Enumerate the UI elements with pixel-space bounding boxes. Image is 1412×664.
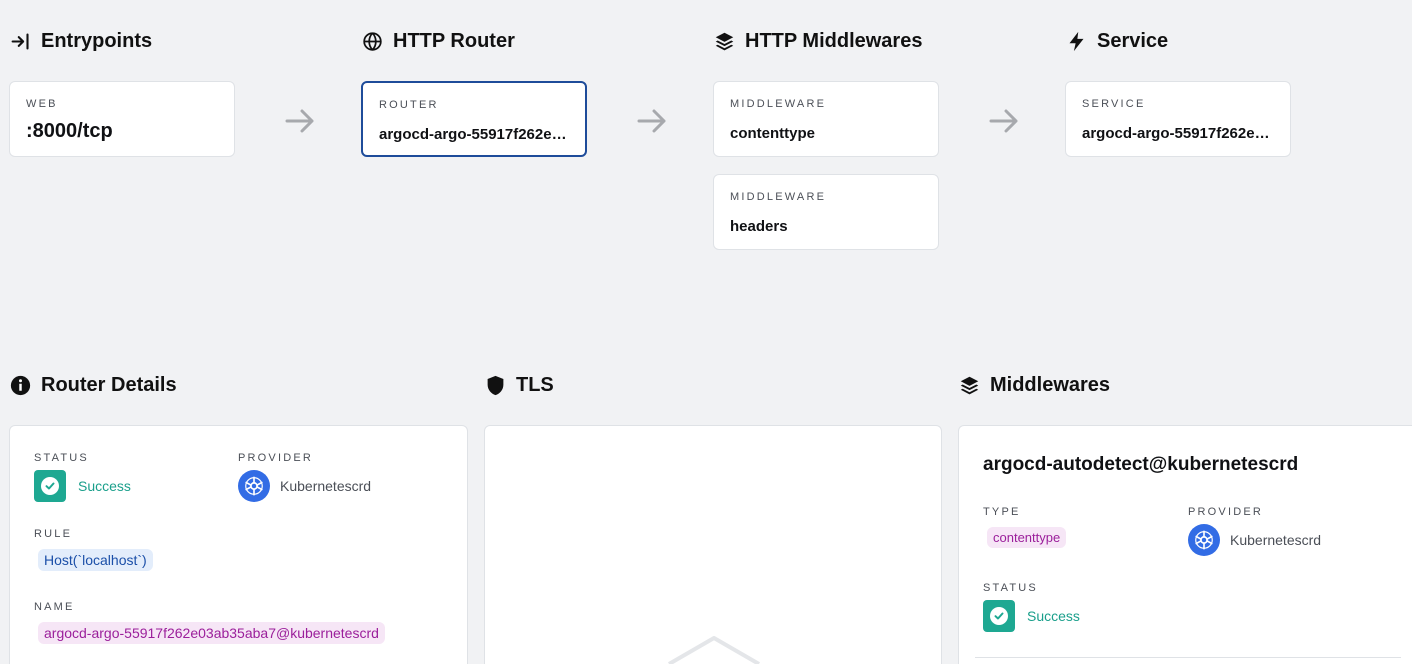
middlewares-title: Middlewares	[959, 374, 1110, 397]
check-icon	[45, 482, 55, 490]
entrypoint-card-value: :8000/tcp	[26, 120, 113, 142]
provider-label: PROVIDER	[238, 452, 314, 464]
kubernetes-icon	[1195, 530, 1213, 550]
service-card-label: SERVICE	[1082, 98, 1146, 110]
service-title: Service	[1066, 30, 1168, 53]
status-badge: Success	[34, 470, 131, 502]
router-details-title: Router Details	[10, 374, 177, 397]
status-badge: Success	[983, 600, 1080, 632]
entrypoint-card[interactable]: WEB :8000/tcp	[9, 81, 235, 157]
tls-empty-illustration	[667, 636, 761, 664]
http-router-title-text: HTTP Router	[393, 30, 515, 52]
provider-label: PROVIDER	[1188, 506, 1264, 518]
http-router-title: HTTP Router	[362, 30, 515, 53]
provider-value: Kubernetescrd	[1230, 532, 1322, 548]
rule-chip: Host(`localhost`)	[38, 549, 153, 571]
name-chip: argocd-argo-55917f262e03ab35aba7@kuberne…	[38, 622, 385, 644]
middleware-card-contenttype[interactable]: MIDDLEWARE contenttype	[713, 81, 939, 157]
service-card-value: argocd-argo-55917f262e03ab35aba7@kuberne…	[1082, 125, 1274, 142]
layers-icon	[715, 32, 734, 51]
status-value: Success	[1027, 608, 1080, 624]
type-chip: contenttype	[987, 527, 1067, 548]
login-icon	[11, 33, 29, 50]
arrow-right-icon	[637, 109, 666, 133]
middleware-card-value: headers	[730, 218, 788, 235]
middleware-card-label: MIDDLEWARE	[730, 98, 827, 110]
tls-title: TLS	[485, 374, 554, 397]
provider-badge: Kubernetescrd	[238, 470, 371, 502]
status-label: STATUS	[34, 452, 89, 464]
shield-icon	[487, 375, 504, 396]
status-value: Success	[78, 478, 131, 494]
entrypoints-title-text: Entrypoints	[41, 30, 153, 52]
globe-icon	[363, 32, 382, 51]
arrow-right-icon	[285, 109, 314, 133]
router-details-panel: STATUS Success PROVIDER Kubernetescrd RU…	[9, 425, 468, 664]
info-icon	[10, 375, 31, 396]
http-middlewares-title-text: HTTP Middlewares	[745, 30, 923, 52]
router-card[interactable]: ROUTER argocd-argo-55917f262e03ab35aba7@…	[361, 81, 587, 157]
provider-value: Kubernetescrd	[280, 478, 372, 494]
arrow-right-icon	[989, 109, 1018, 133]
entrypoints-title: Entrypoints	[10, 30, 152, 53]
service-title-text: Service	[1097, 30, 1169, 52]
middleware-card-headers[interactable]: MIDDLEWARE headers	[713, 174, 939, 250]
router-card-label: ROUTER	[379, 99, 439, 111]
router-card-value: argocd-argo-55917f262e03ab35aba7@kuberne…	[379, 126, 569, 143]
middleware-card-label: MIDDLEWARE	[730, 191, 827, 203]
service-card[interactable]: SERVICE argocd-argo-55917f262e03ab35aba7…	[1065, 81, 1291, 157]
name-label: NAME	[34, 601, 75, 613]
type-label: TYPE	[983, 506, 1021, 518]
middlewares-panel: argocd-autodetect@kubernetescrd TYPE con…	[958, 425, 1412, 664]
status-label: STATUS	[983, 582, 1038, 594]
bolt-icon	[1069, 31, 1084, 52]
entrypoint-card-label: WEB	[26, 98, 58, 110]
kubernetes-icon	[245, 476, 263, 496]
divider	[975, 657, 1401, 658]
http-middlewares-title: HTTP Middlewares	[714, 30, 922, 53]
middlewares-title-text: Middlewares	[990, 374, 1111, 396]
tls-panel	[484, 425, 942, 664]
provider-badge: Kubernetescrd	[1188, 524, 1321, 556]
rule-label: RULE	[34, 528, 73, 540]
middleware-name: argocd-autodetect@kubernetescrd	[983, 454, 1299, 475]
layers-icon	[960, 376, 979, 395]
tls-title-text: TLS	[516, 374, 554, 396]
middleware-card-value: contenttype	[730, 125, 816, 142]
router-details-title-text: Router Details	[41, 374, 177, 396]
check-icon	[994, 612, 1004, 620]
